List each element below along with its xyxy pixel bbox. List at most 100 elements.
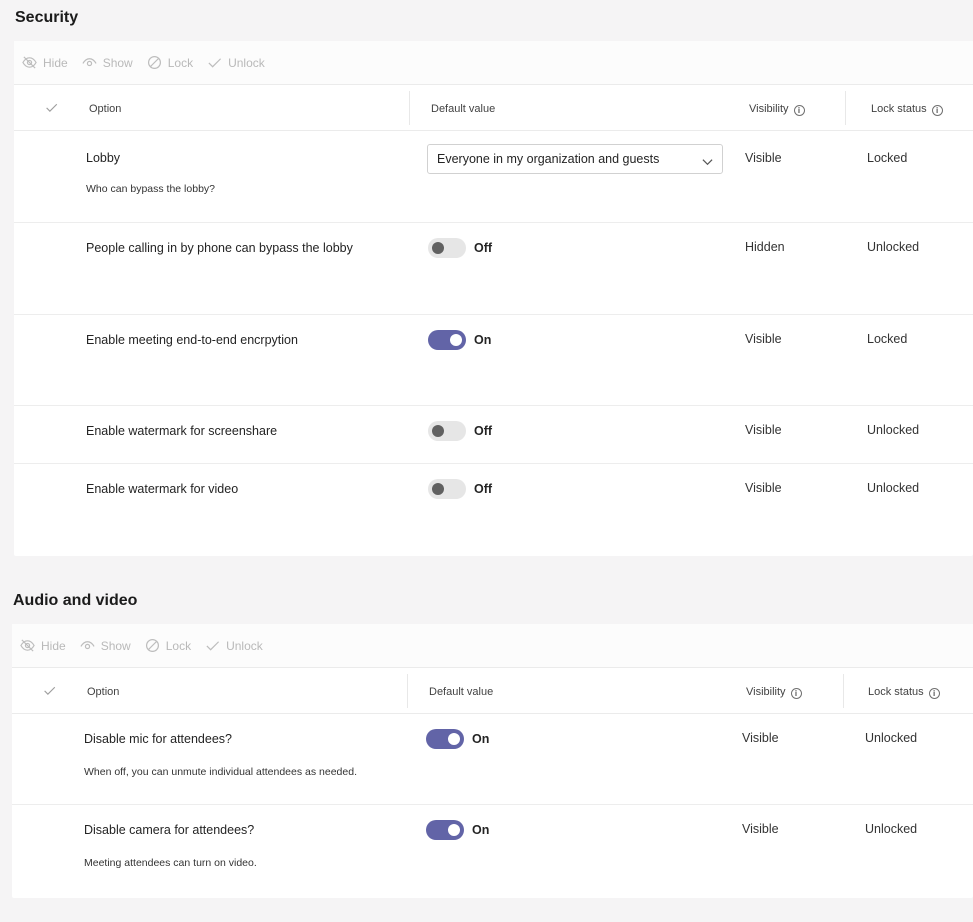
option-title: People calling in by phone can bypass th… (86, 241, 353, 255)
option-title: Disable camera for attendees? (84, 823, 255, 837)
checkmark-icon (44, 686, 56, 695)
info-icon[interactable]: i (790, 688, 802, 699)
column-header-option[interactable]: Option (89, 103, 121, 115)
security-toolbar: Hide Show Lock Unlock (14, 41, 973, 85)
hide-button[interactable]: Hide (22, 55, 68, 70)
info-icon[interactable]: i (928, 688, 940, 699)
show-button[interactable]: Show (80, 638, 131, 653)
watermark-video-toggle[interactable]: Off (428, 479, 492, 499)
option-description: When off, you can unmute individual atte… (84, 766, 357, 778)
visibility-value: Visible (742, 731, 779, 745)
eye-off-icon (20, 639, 35, 652)
toggle-switch[interactable] (428, 479, 466, 499)
show-button-label: Show (100, 638, 131, 653)
toggle-switch[interactable] (428, 421, 466, 441)
info-icon[interactable]: i (931, 105, 943, 116)
e2e-encryption-toggle[interactable]: On (428, 330, 491, 350)
visibility-value: Visible (745, 481, 782, 495)
toggle-switch[interactable] (426, 820, 464, 840)
audio-video-toolbar: Hide Show Lock Unlock (12, 624, 973, 668)
toggle-state-label: On (474, 333, 492, 347)
table-row[interactable]: People calling in by phone can bypass th… (14, 223, 973, 315)
info-icon[interactable]: i (793, 105, 805, 116)
option-description: Who can bypass the lobby? (86, 183, 215, 195)
table-row[interactable]: Enable watermark for screenshare Off Vis… (14, 406, 973, 464)
column-header-default-value[interactable]: Default value (429, 686, 493, 698)
visibility-value: Visible (745, 151, 782, 165)
unlock-button-label: Unlock (228, 55, 265, 70)
option-description: Meeting attendees can turn on video. (84, 857, 257, 869)
lock-button-label: Lock (165, 638, 192, 653)
show-button[interactable]: Show (82, 55, 133, 70)
unlock-button[interactable]: Unlock (207, 55, 265, 70)
unlock-button[interactable]: Unlock (205, 638, 263, 653)
table-row[interactable]: Enable meeting end-to-end encrpytion On … (14, 315, 973, 406)
dropdown-selected-value: Everyone in my organization and guests (437, 152, 660, 166)
lock-status-value: Unlocked (867, 481, 920, 495)
lobby-bypass-dropdown[interactable]: Everyone in my organization and guests (427, 144, 723, 174)
toggle-state-label: On (472, 823, 490, 837)
hide-button[interactable]: Hide (20, 638, 66, 653)
lock-button[interactable]: Lock (145, 638, 191, 653)
lock-button[interactable]: Lock (147, 55, 193, 70)
toggle-switch[interactable] (428, 238, 466, 258)
lock-status-value: Unlocked (867, 423, 920, 437)
column-header-lock-status[interactable]: Lock status i (871, 103, 943, 116)
hide-button-label: Hide (41, 638, 66, 653)
audio-video-section-title: Audio and video (13, 592, 138, 609)
visibility-value: Hidden (745, 240, 785, 254)
security-section-title: Security (15, 9, 79, 26)
eye-icon (80, 641, 95, 650)
prohibited-icon (147, 55, 161, 70)
lock-status-header-label: Lock status (871, 103, 927, 115)
visibility-value: Visible (742, 822, 779, 836)
toggle-switch[interactable] (428, 330, 466, 350)
column-header-option[interactable]: Option (87, 686, 119, 698)
eye-off-icon (22, 56, 37, 69)
security-settings-card: Hide Show Lock Unlock Option Default val… (14, 41, 973, 556)
unlock-button-label: Unlock (226, 638, 263, 653)
visibility-header-label: Visibility (749, 103, 789, 115)
checkmark-icon (208, 58, 222, 68)
disable-mic-toggle[interactable]: On (426, 729, 489, 749)
lock-button-label: Lock (167, 55, 194, 70)
table-row[interactable]: Enable watermark for video Off Visible U… (14, 464, 973, 554)
table-row[interactable]: Disable camera for attendees? Meeting at… (12, 805, 973, 895)
option-title: Disable mic for attendees? (84, 732, 232, 746)
visibility-value: Visible (745, 332, 782, 346)
column-header-default-value[interactable]: Default value (431, 103, 495, 115)
audio-video-settings-card: Hide Show Lock Unlock Option Default val… (12, 624, 973, 898)
show-button-label: Show (102, 55, 133, 70)
option-title: Enable watermark for video (86, 482, 239, 496)
checkmark-icon (206, 641, 220, 651)
toggle-state-label: Off (474, 241, 493, 255)
toggle-state-label: On (472, 732, 490, 746)
column-header-visibility[interactable]: Visibility i (746, 686, 802, 699)
lock-status-value: Unlocked (865, 822, 918, 836)
audio-video-table-header: Option Default value Visibility i Lock st… (12, 668, 973, 714)
lock-status-header-label: Lock status (868, 686, 924, 698)
select-all-checkbox[interactable] (43, 684, 56, 700)
table-row[interactable]: Disable mic for attendees? When off, you… (12, 714, 973, 805)
lock-status-value: Locked (867, 332, 908, 346)
visibility-header-label: Visibility (746, 686, 786, 698)
column-header-lock-status[interactable]: Lock status i (868, 686, 940, 699)
option-title: Enable meeting end-to-end encrpytion (86, 333, 298, 347)
option-title: Lobby (86, 151, 121, 165)
visibility-value: Visible (745, 423, 782, 437)
option-title: Enable watermark for screenshare (86, 424, 278, 438)
toggle-state-label: Off (474, 482, 493, 496)
chevron-down-icon (702, 155, 713, 169)
watermark-screenshare-toggle[interactable]: Off (428, 421, 492, 441)
phone-bypass-lobby-toggle[interactable]: Off (428, 238, 492, 258)
column-header-visibility[interactable]: Visibility i (749, 103, 805, 116)
disable-camera-toggle[interactable]: On (426, 820, 489, 840)
prohibited-icon (145, 638, 159, 653)
eye-icon (82, 58, 97, 67)
lock-status-value: Unlocked (867, 240, 920, 254)
select-all-checkbox[interactable] (45, 101, 58, 117)
toggle-switch[interactable] (426, 729, 464, 749)
checkmark-icon (46, 103, 58, 112)
table-row[interactable]: Lobby Who can bypass the lobby? Everyone… (14, 131, 973, 223)
lock-status-value: Unlocked (865, 731, 918, 745)
